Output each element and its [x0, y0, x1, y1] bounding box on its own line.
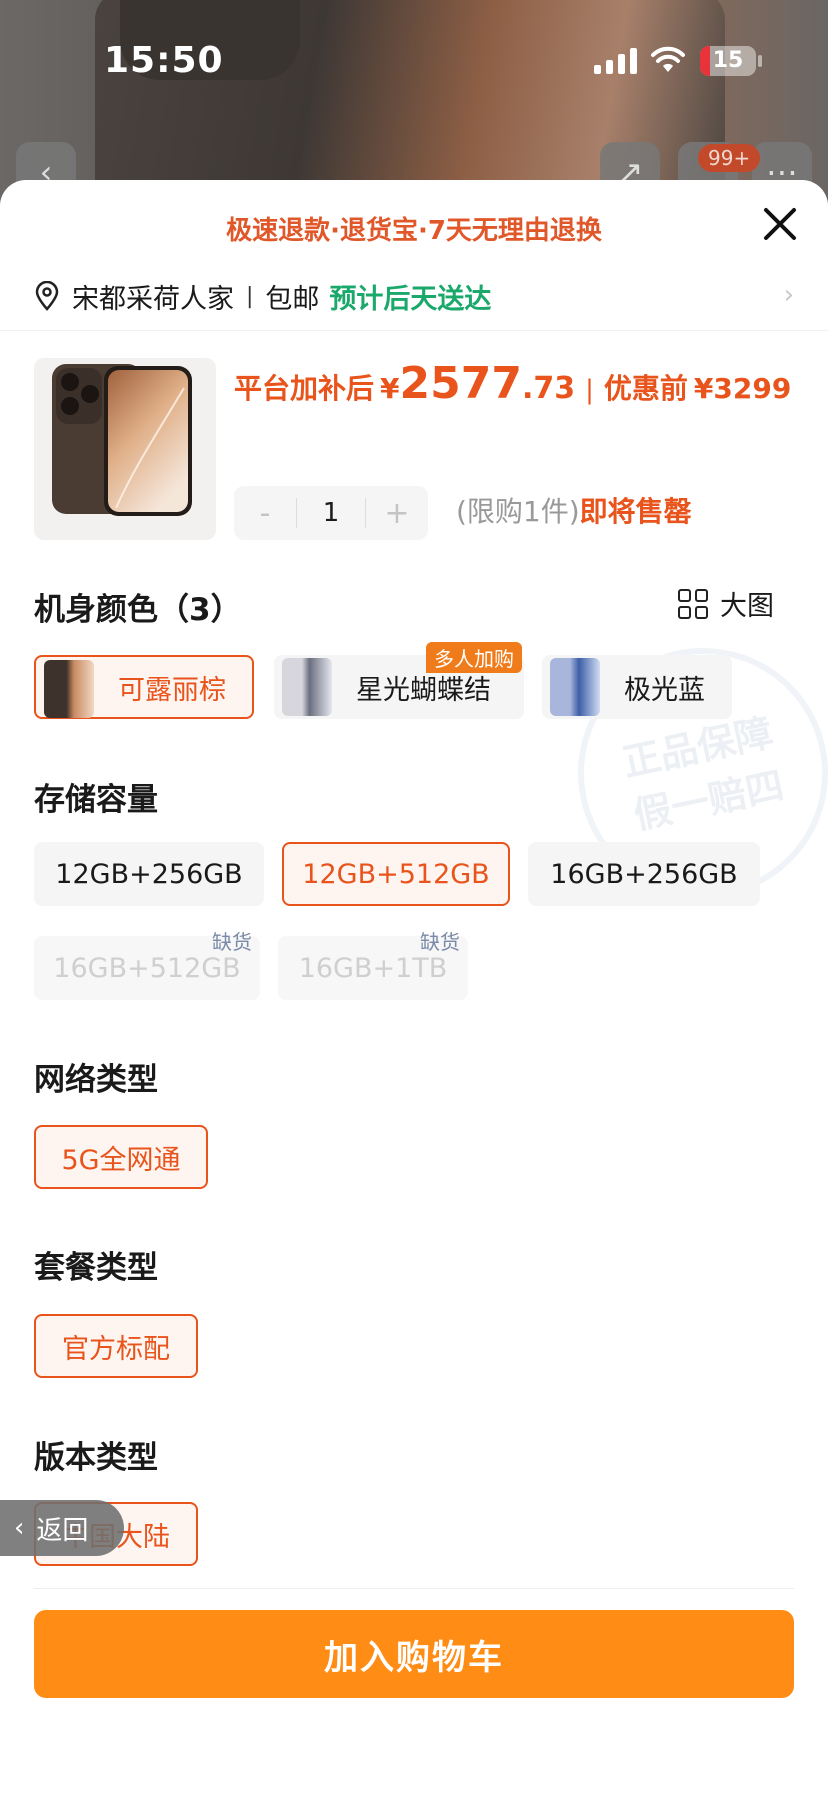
- network-section-title: 网络类型: [34, 1062, 158, 1098]
- floating-back-button[interactable]: ‹ 返回: [0, 1500, 124, 1556]
- chevron-right-icon: ›: [783, 280, 794, 310]
- divider: [34, 1588, 794, 1589]
- service-banner: 极速退款·退货宝·7天无理由退换: [226, 216, 602, 246]
- big-image-label: 大图: [720, 591, 774, 622]
- delivery-estimate: 预计后天送达: [329, 283, 492, 315]
- storage-option-selected[interactable]: 12GB+512GB: [282, 842, 510, 906]
- purchase-limit-text: (限购1件): [456, 495, 580, 528]
- location-pin-icon: [35, 281, 59, 311]
- quantity-value[interactable]: 1: [296, 498, 366, 528]
- wifi-icon: [651, 46, 685, 72]
- battery-icon: 15: [700, 46, 756, 76]
- price-divider: |: [585, 375, 594, 405]
- product-phone-image: [52, 364, 192, 516]
- color-option-label: 星光蝴蝶结: [356, 674, 491, 706]
- purchase-limit: (限购1件)即将售罄: [456, 490, 692, 530]
- storage-option[interactable]: 12GB+256GB: [34, 842, 264, 906]
- color-swatch-image: [282, 658, 332, 716]
- quantity-increase-button[interactable]: +: [366, 496, 428, 531]
- status-bar: 15:50 15: [0, 0, 828, 120]
- package-option[interactable]: 官方标配: [34, 1314, 198, 1378]
- network-option[interactable]: 5G全网通: [34, 1125, 208, 1189]
- color-option-brown[interactable]: 可露丽棕: [34, 655, 254, 719]
- quantity-stepper: - 1 +: [234, 486, 428, 540]
- battery-tip: [758, 55, 762, 67]
- price-decimal: .73: [521, 371, 576, 406]
- storage-option[interactable]: 16GB+256GB: [528, 842, 760, 906]
- chevron-left-icon: ‹: [14, 1513, 25, 1543]
- color-swatch-image: [550, 658, 600, 716]
- color-option-label: 极光蓝: [624, 674, 705, 706]
- price-before-label: 优惠前: [603, 372, 688, 405]
- address-row[interactable]: 宋都采荷人家 | 包邮 预计后天送达 ›: [34, 276, 794, 316]
- status-time: 15:50: [104, 40, 224, 81]
- price-integer: 2577: [399, 358, 522, 409]
- big-image-toggle[interactable]: 大图: [678, 584, 774, 623]
- out-of-stock-tag: 缺货: [420, 930, 460, 954]
- cellular-signal-icon: [594, 48, 637, 74]
- product-thumbnail[interactable]: [34, 358, 216, 540]
- delivery-address: 宋都采荷人家: [72, 283, 234, 315]
- divider: [0, 330, 828, 331]
- back-label: 返回: [36, 1515, 89, 1546]
- color-section-title: 机身颜色（3）: [34, 592, 242, 628]
- price-before-value: 3299: [713, 372, 792, 405]
- color-option-blue[interactable]: 极光蓝: [542, 655, 732, 719]
- package-section-title: 套餐类型: [34, 1250, 158, 1286]
- currency-symbol: ¥: [380, 372, 400, 405]
- color-swatch-image: [44, 660, 94, 718]
- price-line: 平台加补后 ¥ 2577 .73 | 优惠前 ¥ 3299: [234, 358, 794, 409]
- cart-count-badge: 99+: [698, 144, 761, 172]
- price-after-label: 平台加补后: [234, 372, 375, 405]
- close-icon[interactable]: [758, 202, 802, 246]
- version-section-title: 版本类型: [34, 1440, 158, 1476]
- out-of-stock-tag: 缺货: [212, 930, 252, 954]
- quantity-decrease-button[interactable]: -: [234, 496, 296, 531]
- storage-section-title: 存储容量: [34, 782, 158, 818]
- popular-tag: 多人加购: [426, 642, 522, 673]
- battery-level: 15: [712, 48, 744, 73]
- sellout-warning: 即将售罄: [579, 495, 692, 528]
- color-option-label: 可露丽棕: [118, 674, 226, 706]
- grid-view-icon: [678, 588, 708, 619]
- separator: |: [246, 283, 254, 309]
- shipping-label: 包邮: [265, 283, 320, 315]
- sku-selection-sheet: 极速退款·退货宝·7天无理由退换 宋都采荷人家 | 包邮 预计后天送达 › 平台…: [0, 180, 828, 1796]
- currency-symbol: ¥: [693, 372, 714, 405]
- add-to-cart-button[interactable]: 加入购物车: [34, 1610, 794, 1698]
